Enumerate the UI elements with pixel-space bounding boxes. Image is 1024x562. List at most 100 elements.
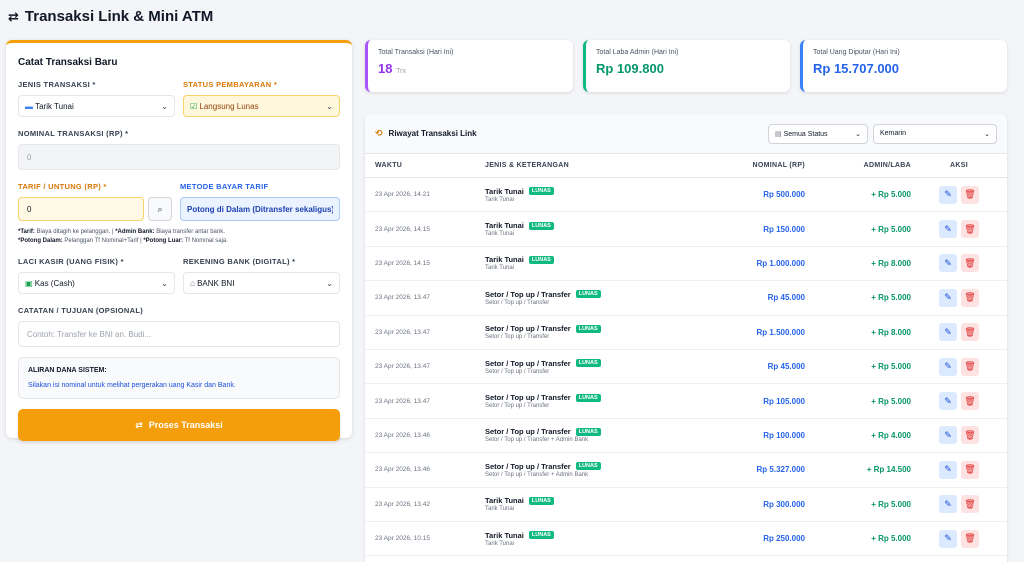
- edit-button[interactable]: ✎: [939, 460, 957, 479]
- row-jenis: Tarik Tunai LUNAS Tarik Tunai: [485, 221, 715, 237]
- date-filter-select[interactable]: Kemarin ⌄: [873, 123, 997, 144]
- row-time: 23 Apr 2026, 14.15: [375, 259, 430, 267]
- col-admin: ADMIN/LABA: [863, 162, 911, 169]
- edit-button[interactable]: ✎: [939, 357, 957, 376]
- table-body: 23 Apr 2026, 14.21 Tarik Tunai LUNAS Tarik …: [365, 178, 1007, 557]
- row-jenis: Tarik Tunai LUNAS Tarik Tunai: [485, 187, 715, 203]
- row-desc: Setor / Top up / Transfer: [485, 334, 550, 341]
- metode-value: Potong di Dalam (Ditransfer sekaligus): [187, 204, 333, 214]
- row-jenis: Setor / Top up / Transfer LUNAS Setor / To…: [485, 290, 715, 306]
- nominal-input[interactable]: 0: [18, 144, 340, 170]
- row-desc: Setor / Top up / Transfer: [485, 368, 550, 375]
- row-desc: Tarik Tunai: [485, 265, 515, 272]
- row-admin: + Rp 5.000: [871, 362, 911, 372]
- aliran-title: ALIRAN DANA SISTEM:: [28, 367, 107, 375]
- row-type: Tarik Tunai: [485, 496, 524, 506]
- col-jenis: JENIS & KETERANGAN: [485, 162, 569, 169]
- row-type: Setor / Top up / Transfer: [485, 393, 571, 403]
- catatan-input[interactable]: Contoh: Transfer ke BNI an. Budi...: [18, 321, 340, 348]
- delete-button[interactable]: 🗑: [961, 323, 979, 342]
- row-jenis: Setor / Top up / Transfer LUNAS Setor / To…: [485, 393, 715, 409]
- delete-button[interactable]: 🗑: [961, 426, 979, 445]
- row-desc: Setor / Top up / Transfer + Admin Bank: [485, 471, 589, 478]
- row-type: Tarik Tunai: [485, 221, 524, 231]
- page-title: ⇄ Transaksi Link & Mini ATM: [8, 8, 213, 25]
- table-row: 23 Apr 2026, 14.15 Tarik Tunai LUNAS Tarik …: [365, 212, 1007, 247]
- stat-value: 18: [378, 61, 393, 76]
- pencil-icon: ✎: [944, 361, 952, 372]
- edit-button[interactable]: ✎: [939, 220, 957, 239]
- row-type: Setor / Top up / Transfer: [485, 289, 571, 299]
- row-type: Setor / Top up / Transfer: [485, 324, 571, 334]
- catatan-label: CATATAN / TUJUAN (OPSIONAL): [18, 306, 144, 316]
- edit-button[interactable]: ✎: [939, 392, 957, 411]
- row-jenis: Setor / Top up / Transfer LUNAS Setor / To…: [485, 359, 715, 375]
- pencil-icon: ✎: [944, 292, 952, 303]
- table-row: 23 Apr 2026, 13.42 Tarik Tunai LUNAS Tarik …: [365, 488, 1007, 522]
- trash-icon: 🗑: [964, 533, 976, 544]
- edit-button[interactable]: ✎: [939, 323, 957, 342]
- row-time: 23 Apr 2026, 14.21: [375, 191, 430, 199]
- date-filter-value: Kemarin: [880, 130, 907, 137]
- edit-button[interactable]: ✎: [939, 185, 957, 204]
- delete-button[interactable]: 🗑: [961, 529, 979, 548]
- form-title: Catat Transaksi Baru: [18, 57, 118, 68]
- table-header: WAKTU JENIS & KETERANGAN NOMINAL (RP) AD…: [365, 154, 1007, 178]
- laci-select[interactable]: ▣ Kas (Cash) ⌄: [18, 272, 175, 295]
- row-type: Tarik Tunai: [485, 255, 524, 265]
- history-panel: ⟲ Riwayat Transaksi Link ▤ Semua Status …: [365, 114, 1007, 562]
- table-row: 23 Apr 2026, 14.21 Tarik Tunai LUNAS Tarik …: [365, 178, 1007, 213]
- tarif-label: TARIF / UNTUNG (RP) *: [18, 182, 107, 191]
- col-aksi: AKSI: [950, 162, 968, 169]
- status-filter-select[interactable]: ▤ Semua Status ⌄: [768, 123, 868, 144]
- row-time: 23 Apr 2026, 13.47: [375, 397, 430, 405]
- tarif-notes: *Tarif: Biaya ditagih ke pelanggan. | *A…: [18, 229, 228, 244]
- row-jenis: Setor / Top up / Transfer LUNAS Setor / To…: [485, 324, 715, 340]
- edit-button[interactable]: ✎: [939, 288, 957, 307]
- delete-button[interactable]: 🗑: [961, 185, 979, 204]
- row-nominal: Rp 45.000: [767, 293, 805, 303]
- pencil-icon: ✎: [944, 189, 952, 200]
- row-desc: Tarik Tunai: [485, 506, 515, 513]
- delete-button[interactable]: 🗑: [961, 288, 979, 307]
- row-type: Setor / Top up / Transfer: [485, 358, 571, 368]
- pencil-icon: ✎: [944, 498, 952, 509]
- edit-button[interactable]: ✎: [939, 529, 957, 548]
- status-badge: LUNAS: [575, 324, 601, 333]
- jenis-value: Tarik Tunai: [35, 101, 74, 111]
- delete-button[interactable]: 🗑: [961, 460, 979, 479]
- edit-button[interactable]: ✎: [939, 495, 957, 514]
- row-nominal: Rp 150.000: [763, 224, 805, 234]
- row-time: 23 Apr 2026, 13.46: [375, 466, 430, 474]
- edit-button[interactable]: ✎: [939, 426, 957, 445]
- search-button[interactable]: ⌕: [148, 197, 172, 221]
- row-desc: Tarik Tunai: [485, 540, 515, 547]
- delete-button[interactable]: 🗑: [961, 495, 979, 514]
- delete-button[interactable]: 🗑: [961, 220, 979, 239]
- delete-button[interactable]: 🗑: [961, 392, 979, 411]
- jenis-select[interactable]: ▬ Tarik Tunai ⌄: [18, 95, 175, 117]
- status-select[interactable]: ☑ Langsung Lunas ⌄: [183, 95, 340, 117]
- row-nominal: Rp 500.000: [763, 190, 805, 200]
- row-jenis: Setor / Top up / Transfer LUNAS Setor / To…: [485, 427, 715, 443]
- proses-label: Proses Transaksi: [148, 420, 223, 431]
- rekening-select[interactable]: ⌂ BANK BNI ⌄: [183, 272, 340, 295]
- trash-icon: 🗑: [964, 326, 976, 337]
- stat-total-transaksi: Total Transaksi (Hari Ini) 18 Trx: [365, 40, 573, 92]
- row-time: 23 Apr 2026, 10.15: [375, 535, 430, 543]
- metode-select[interactable]: Potong di Dalam (Ditransfer sekaligus): [180, 197, 340, 221]
- edit-button[interactable]: ✎: [939, 254, 957, 273]
- row-nominal: Rp 5.327.000: [756, 465, 805, 475]
- history-title: Riwayat Transaksi Link: [388, 129, 477, 138]
- row-admin: + Rp 5.000: [871, 190, 911, 200]
- row-time: 23 Apr 2026, 13.42: [375, 500, 430, 508]
- status-filter-value: Semua Status: [783, 130, 828, 138]
- row-nominal: Rp 45.000: [767, 362, 805, 372]
- stat-unit: Trx: [396, 68, 406, 75]
- row-type: Tarik Tunai: [485, 530, 524, 540]
- delete-button[interactable]: 🗑: [961, 357, 979, 376]
- tarif-input[interactable]: 0: [18, 197, 144, 221]
- delete-button[interactable]: 🗑: [961, 254, 979, 273]
- proses-transaksi-button[interactable]: ⇄ Proses Transaksi: [18, 409, 340, 442]
- chevron-down-icon: ⌄: [326, 101, 333, 111]
